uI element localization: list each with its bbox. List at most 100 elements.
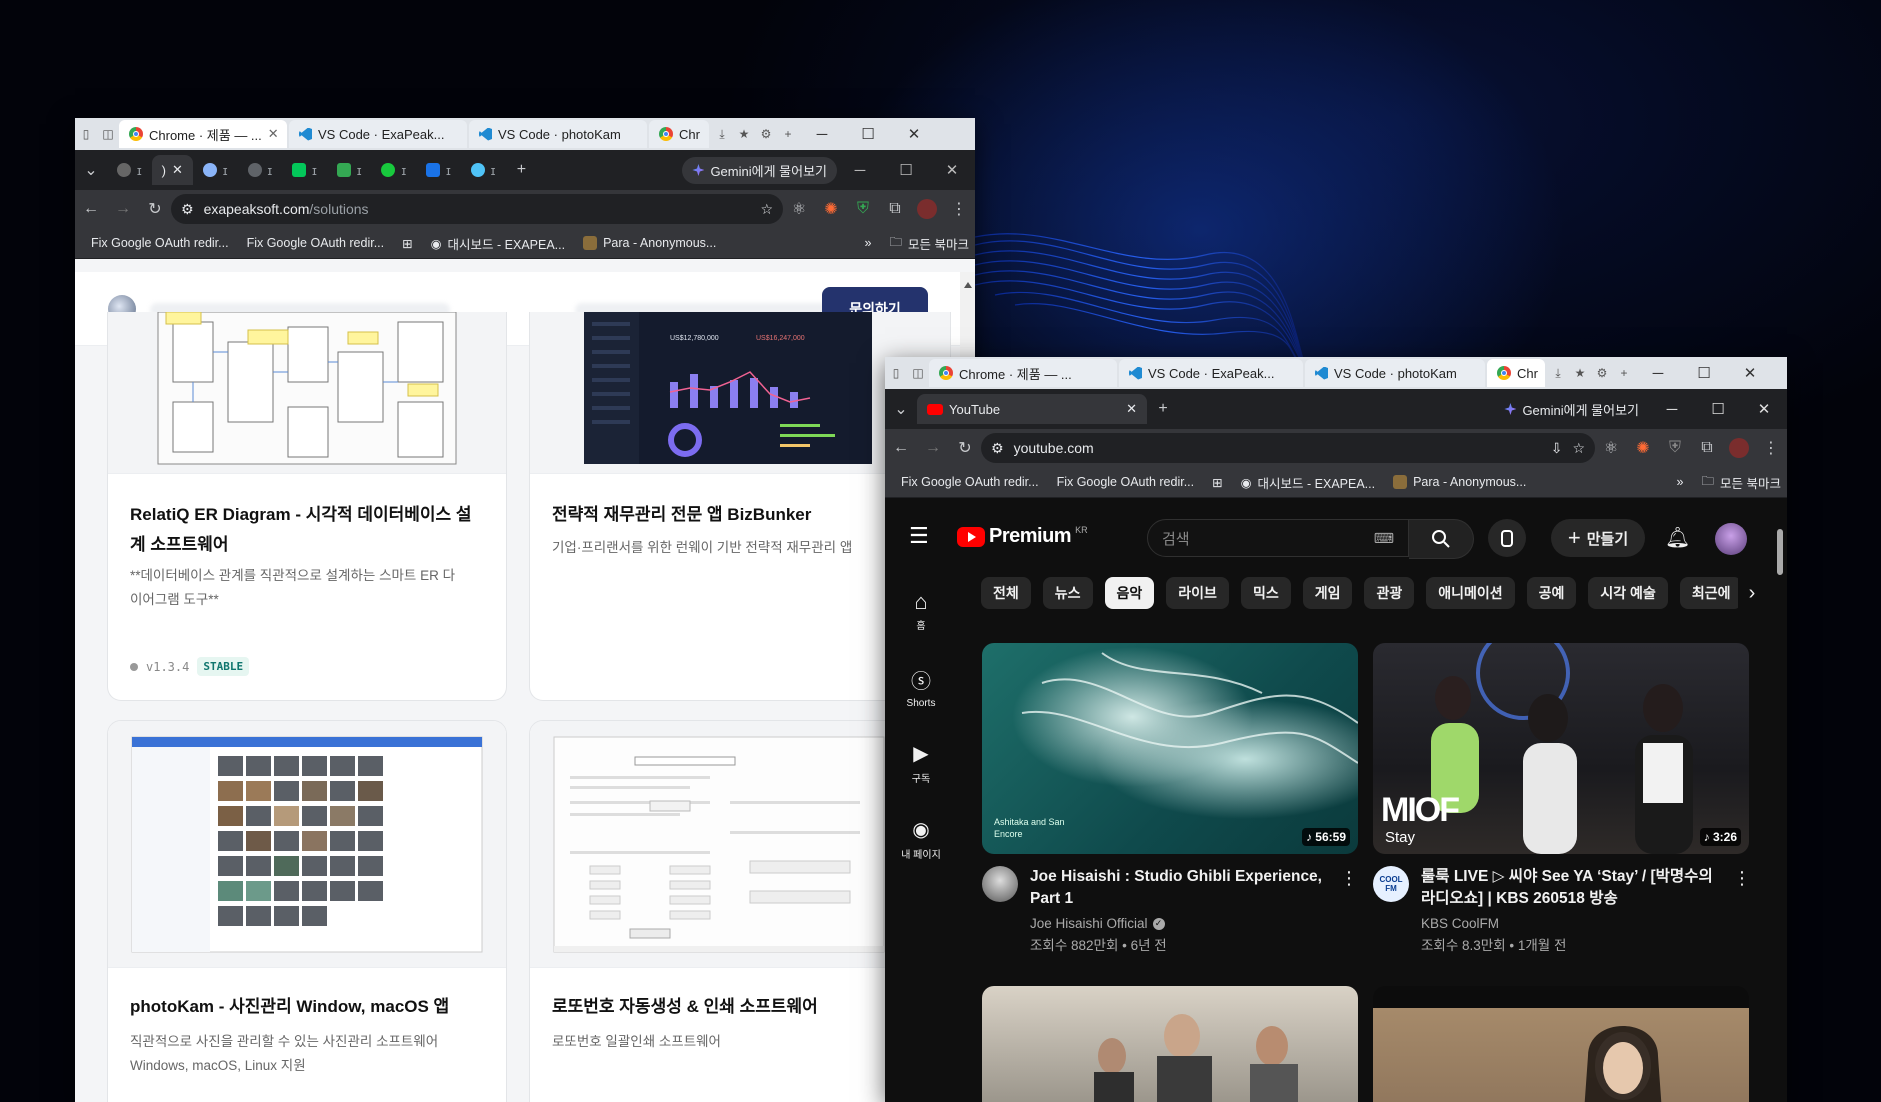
more-actions-icon[interactable]: ⋮	[1340, 868, 1358, 889]
browser-tab[interactable]: ɪ	[416, 155, 461, 185]
more-bookmarks-icon[interactable]: »	[859, 236, 878, 250]
nav-shorts[interactable]: ⓢ Shorts	[885, 665, 957, 709]
hamburger-menu-icon[interactable]: ☰	[909, 523, 929, 549]
bookmark-star-icon[interactable]: ☆	[760, 201, 773, 218]
channel-name[interactable]: KBS CoolFM	[1421, 913, 1499, 934]
bookmark-item[interactable]: Fix Google OAuth redir...	[1051, 475, 1201, 489]
video-card[interactable]: MIOF Stay ♪ 3:26 COOL FM 룰룩 LIVE ▷ 씨야 Se…	[1373, 643, 1751, 973]
minimize-button[interactable]: ─	[1649, 401, 1695, 418]
back-icon[interactable]: ←	[75, 200, 107, 218]
channel-avatar[interactable]	[982, 866, 1018, 902]
close-button[interactable]: ✕	[1741, 400, 1787, 418]
forward-icon[interactable]: →	[107, 200, 139, 218]
extension-icon[interactable]: ✺	[815, 199, 847, 219]
account-avatar[interactable]	[1715, 523, 1747, 555]
maximize-button[interactable]: ☐	[883, 161, 929, 179]
apps-icon[interactable]: ⊞	[396, 236, 418, 251]
youtube-logo[interactable]: Premium KR	[957, 525, 1088, 548]
maximize-button[interactable]: ☐	[845, 125, 891, 143]
create-button[interactable]: + 만들기	[1551, 519, 1645, 557]
browser-tab[interactable]: ɪ	[461, 155, 506, 185]
site-info-icon[interactable]: ⚙	[991, 440, 1004, 457]
maximize-button[interactable]: ☐	[1695, 400, 1741, 418]
video-card[interactable]: Ashitaka and San Encore ♪ 56:59 Joe Hisa…	[982, 643, 1358, 973]
bookmark-item[interactable]: Fix Google OAuth redir...	[895, 475, 1045, 489]
reload-icon[interactable]: ↻	[949, 438, 981, 458]
apps-icon[interactable]: ⊞	[1206, 475, 1228, 490]
video-thumbnail[interactable]	[982, 986, 1358, 1102]
bookmark-item[interactable]: Para - Anonymous...	[577, 236, 722, 250]
chip-live[interactable]: 라이브	[1166, 577, 1229, 609]
reload-icon[interactable]: ↻	[139, 199, 171, 219]
window-tab-chrome[interactable]: Chrome · 제품 — ...	[929, 359, 1117, 387]
panel-icon[interactable]: ▯	[75, 127, 97, 141]
channel-name[interactable]: Joe Hisaishi Official	[1030, 913, 1148, 934]
window-tab-vscode-photokam[interactable]: VS Code · photoKam	[469, 120, 647, 148]
pin-icon[interactable]: ★	[1569, 366, 1591, 380]
bookmark-item[interactable]: ◉ 대시보드 - EXAPEA...	[425, 234, 571, 253]
close-icon[interactable]: ✕	[268, 126, 279, 142]
window-tab-chrome[interactable]: Chrome · 제품 — ... ✕	[119, 120, 287, 148]
settings-icon[interactable]: ⚙	[755, 127, 777, 141]
extension-icon[interactable]: ✺	[1627, 438, 1659, 458]
react-extension-icon[interactable]: ⚛	[783, 199, 815, 219]
bookmark-item[interactable]: Fix Google OAuth redir...	[85, 236, 235, 250]
gemini-button[interactable]: Gemini에게 물어보기	[1494, 396, 1649, 423]
gemini-button[interactable]: Gemini에게 물어보기	[682, 156, 837, 184]
settings-icon[interactable]: ⚙	[1591, 366, 1613, 380]
minimize-button[interactable]: ─	[1635, 365, 1681, 382]
add-icon[interactable]: +	[1613, 366, 1635, 380]
chip-tourism[interactable]: 관광	[1364, 577, 1415, 609]
avatar[interactable]	[911, 199, 943, 219]
video-thumbnail[interactable]	[1373, 986, 1749, 1102]
more-bookmarks-icon[interactable]: »	[1671, 475, 1690, 489]
chevron-right-icon[interactable]: ›	[1738, 577, 1766, 609]
browser-tab[interactable]: ɪ	[193, 155, 238, 185]
window-tab-vscode-photokam[interactable]: VS Code · photoKam	[1305, 359, 1485, 387]
chip-news[interactable]: 뉴스	[1042, 577, 1093, 609]
search-box[interactable]: 검색 ⌨	[1147, 519, 1409, 557]
back-icon[interactable]: ←	[885, 439, 917, 457]
site-info-icon[interactable]: ⚙	[181, 201, 194, 218]
search-input[interactable]: 검색	[1162, 528, 1374, 549]
search-button[interactable]	[1409, 519, 1474, 559]
bookmark-star-icon[interactable]: ☆	[1572, 440, 1585, 457]
menu-icon[interactable]: ⋮	[1755, 438, 1787, 458]
maximize-button[interactable]: ☐	[1681, 364, 1727, 382]
browser-tab[interactable]: ɪ	[371, 155, 416, 185]
browser-tab-active[interactable]: YouTube ✕	[917, 394, 1147, 424]
chip-crafts[interactable]: 공예	[1526, 577, 1577, 609]
install-app-icon[interactable]: ⇩	[1551, 440, 1563, 457]
video-thumbnail[interactable]: MIOF Stay ♪ 3:26	[1373, 643, 1749, 854]
window-tab-vscode-exapeak[interactable]: VS Code · ExaPeak...	[289, 120, 467, 148]
chip-music[interactable]: 음악	[1104, 577, 1155, 609]
add-icon[interactable]: +	[777, 127, 799, 141]
video-thumbnail[interactable]: Ashitaka and San Encore ♪ 56:59	[982, 643, 1358, 854]
all-bookmarks-folder[interactable]: 🗀 모든 북마크	[884, 233, 976, 254]
split-icon[interactable]: ◫	[907, 366, 929, 380]
minimize-button[interactable]: ─	[837, 162, 883, 179]
chip-recent[interactable]: 최근에	[1679, 577, 1743, 609]
bell-icon[interactable]: 🔔︎	[1665, 525, 1690, 550]
all-bookmarks-folder[interactable]: 🗀 모든 북마크	[1696, 472, 1788, 493]
chip-gaming[interactable]: 게임	[1302, 577, 1353, 609]
nav-home[interactable]: ⌂ 홈	[885, 589, 957, 632]
window-tab-chrome-2[interactable]: Chr	[1487, 359, 1545, 387]
browser-tab[interactable]: ɪ	[282, 155, 327, 185]
browser-tab[interactable]: ɪ	[327, 155, 372, 185]
menu-icon[interactable]: ⋮	[943, 199, 975, 219]
video-title[interactable]: 룰룩 LIVE ▷ 씨야 See YA ‘Stay’ / [박명수의 라디오쇼]…	[1421, 866, 1726, 910]
puzzle-icon[interactable]: ⧉	[1691, 439, 1723, 457]
chip-mix[interactable]: 믹스	[1240, 577, 1291, 609]
pin-icon[interactable]: ★	[733, 127, 755, 141]
new-tab-icon[interactable]: +	[505, 161, 537, 179]
avatar[interactable]	[1723, 438, 1755, 458]
bookmark-item[interactable]: Para - Anonymous...	[1387, 475, 1532, 489]
browser-tab[interactable]: ɪ	[238, 155, 283, 185]
close-button[interactable]: ✕	[891, 125, 937, 143]
video-title[interactable]: Joe Hisaishi : Studio Ghibli Experience,…	[1030, 866, 1330, 910]
react-extension-icon[interactable]: ⚛	[1595, 438, 1627, 458]
puzzle-icon[interactable]: ⧉	[879, 200, 911, 218]
download-icon[interactable]: ⤓	[711, 127, 733, 142]
address-bar[interactable]: ⚙ exapeaksoft.com/solutions ☆	[171, 194, 783, 224]
